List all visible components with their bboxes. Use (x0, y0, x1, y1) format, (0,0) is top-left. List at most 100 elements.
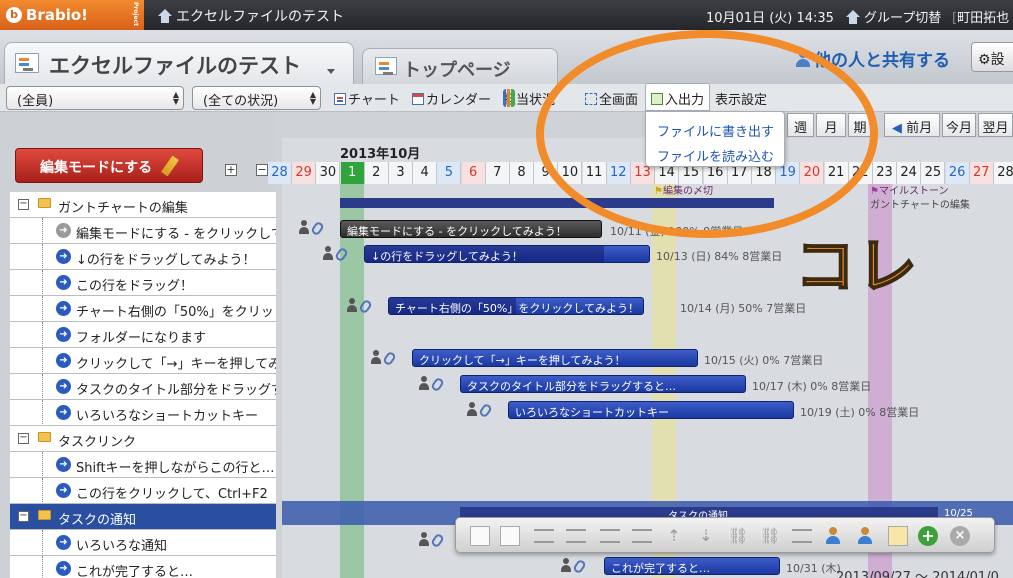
assignee-icon[interactable] (298, 220, 326, 237)
tree-task-row[interactable]: ➜ Shiftキーを押しながらこの行と… (10, 452, 276, 478)
tree-task-row[interactable]: ➜ クリックして「→」キーを押してみ (10, 348, 276, 374)
tree-folder-row[interactable]: − タスクリンク (10, 426, 276, 452)
milestone-flag[interactable]: ⚑マイルストーン (870, 182, 948, 197)
task-bar[interactable]: タスクのタイトル部分をドラッグすると… (460, 375, 746, 393)
tree-task-row[interactable]: ➜ いろいろなショートカットキー (10, 400, 276, 426)
assignee-icon[interactable] (560, 558, 588, 575)
assignee-icon[interactable] (418, 376, 446, 393)
collapse-icon[interactable]: − (18, 199, 29, 210)
month-label: 2013年10月 (340, 147, 421, 162)
day-cell: 3 (389, 162, 413, 184)
task-tree: − ガントチャートの編集 ➜ 編集モードにする - をクリックして ➜ ↓の行をドラッグし… (10, 192, 276, 578)
chart-view-button[interactable]: チャート (334, 89, 400, 108)
tree-task-row[interactable]: ➜ ↓の行をドラッグしてみよう！ (10, 244, 276, 270)
task-bar-info[interactable]: 10/17 (木) 0% 8営業日 (752, 378, 871, 394)
paperclip-icon (310, 220, 325, 237)
assignee-icon[interactable] (322, 246, 350, 263)
prev-month-button[interactable]: ◀ 前月 (884, 113, 940, 137)
day-cell: 28 (994, 162, 1013, 184)
tree-folder-row[interactable]: − ガントチャートの編集 (10, 192, 276, 218)
project-doc-icon (15, 53, 39, 73)
date-range-label: 2013/09/27 ～ 2014/01/0 (836, 570, 999, 578)
tree-task-row[interactable]: ➜ この行をクリックして、Ctrl+F2 (10, 478, 276, 504)
link-icon[interactable]: ⛓ (728, 526, 748, 546)
tab-top-page[interactable]: トップページ (362, 48, 558, 84)
tree-item-label: これが完了すると… (76, 565, 194, 578)
task-bar-label: タスクのタイトル部分をドラッグすると… (467, 380, 676, 393)
day-cell: 8 (510, 162, 534, 184)
prev-month-label: 前月 (906, 121, 933, 136)
indent-icon[interactable] (632, 529, 652, 543)
task-bar[interactable]: チャート右側の「50%」をクリックしてみよう！ (388, 297, 644, 315)
task-bar[interactable]: これが完了すると… (604, 557, 780, 575)
calendar-view-button[interactable]: カレンダー (412, 89, 491, 108)
tree-task-row[interactable]: ➜ チャート右側の「50%」をクリッ (10, 296, 276, 322)
task-bar-info[interactable]: 10/13 (日) 84% 8営業日 (656, 248, 782, 264)
edit-mode-button[interactable]: 編集モードにする (15, 148, 203, 183)
assignee-icon[interactable] (346, 298, 374, 315)
delete-task-icon[interactable]: × (950, 526, 970, 546)
tree-task-row[interactable]: ➜ フォルダーになります (10, 322, 276, 348)
milestone-row-icon[interactable] (792, 529, 812, 543)
topbar-project-link[interactable]: エクセルファイルのテスト (158, 6, 344, 26)
tree-folder-row[interactable]: − タスクの通知 (10, 504, 276, 530)
tree-line (42, 478, 43, 503)
assignee-icon[interactable] (466, 402, 494, 419)
move-up-icon[interactable]: ⇡ (664, 526, 684, 546)
collapse-all-button[interactable]: − (256, 164, 268, 176)
expand-all-button[interactable]: + (225, 164, 237, 176)
task-arrow-icon: ➜ (56, 535, 71, 550)
settings-button[interactable]: ⚙設 (971, 42, 1013, 72)
tree-task-row[interactable]: ➜ タスクのタイトル部分をドラッグす (10, 374, 276, 400)
task-bar-info[interactable]: 10/19 (土) 0% 8営業日 (800, 404, 919, 420)
group-switch-link[interactable]: グループ切替 (846, 7, 941, 26)
group-switch-label: グループ切替 (864, 11, 942, 26)
this-month-button[interactable]: 今月 (942, 113, 976, 137)
insert-row-above-icon[interactable] (534, 529, 554, 543)
task-bar-label: 編集モードにする - をクリックしてみよう！ (347, 225, 567, 238)
task-bar[interactable]: いろいろなショートカットキー (508, 401, 794, 419)
remove-assignee-icon[interactable] (856, 526, 876, 546)
paperclip-icon (478, 402, 493, 419)
chevron-down-icon[interactable] (327, 69, 335, 74)
add-assignee-icon[interactable] (824, 526, 844, 546)
insert-row-below-icon[interactable] (566, 529, 586, 543)
move-down-icon[interactable]: ⇣ (696, 526, 716, 546)
outdent-icon[interactable] (600, 529, 620, 543)
user-name[interactable]: [町田拓也 (952, 7, 1009, 26)
status-filter-select[interactable]: (全ての状況) ▲ ▼ (192, 86, 321, 110)
paste-icon[interactable] (500, 526, 520, 546)
add-task-icon[interactable]: + (918, 526, 938, 546)
tree-task-row[interactable]: ➜ これが完了すると… (10, 556, 276, 578)
member-filter-select[interactable]: (全員) ▲ ▼ (6, 86, 184, 110)
chevron-left-icon: ◀ (891, 121, 902, 136)
task-bar[interactable]: クリックして「→」キーを押してみよう！ (412, 349, 698, 367)
collapse-icon[interactable]: − (18, 433, 29, 444)
logo-icon: b (6, 7, 22, 23)
logo-tag: Project (132, 2, 139, 27)
tree-item-label: この行をドラッグ！ (76, 279, 194, 294)
tree-task-row[interactable]: ➜ いろいろな通知 (10, 530, 276, 556)
tree-item-label: ↓の行をドラッグしてみよう！ (76, 253, 256, 268)
task-bar[interactable]: ↓の行をドラッグしてみよう！ (364, 245, 650, 263)
task-bar-label: いろいろなショートカットキー (515, 406, 669, 419)
app-logo[interactable]: b Brabio! Project (0, 0, 144, 30)
collapse-icon[interactable]: − (18, 511, 29, 522)
assignee-icon[interactable] (370, 350, 398, 367)
assignee-icon[interactable] (418, 532, 446, 549)
task-arrow-icon: ➜ (56, 483, 71, 498)
task-bar-info[interactable]: 10/31 (木) (786, 560, 841, 576)
note-edit-icon[interactable] (888, 526, 908, 546)
tree-line (42, 556, 43, 578)
unlink-icon[interactable]: ⛓ (760, 526, 780, 546)
day-cell: 28 (268, 162, 292, 184)
task-bar-info[interactable]: 10/14 (月) 50% 7営業日 (680, 300, 806, 316)
tree-task-row[interactable]: ➜ この行をドラッグ！ (10, 270, 276, 296)
tree-line (42, 296, 43, 321)
copy-icon[interactable] (470, 526, 490, 546)
tree-task-row[interactable]: ➜ 編集モードにする - をクリックして (10, 218, 276, 244)
tab-project[interactable]: エクセルファイルのテスト (4, 42, 354, 84)
next-month-button[interactable]: 翌月 (978, 113, 1013, 137)
task-bar-info[interactable]: 10/15 (火) 0% 7営業日 (704, 352, 823, 368)
task-bar[interactable]: 編集モードにする - をクリックしてみよう！ (340, 220, 602, 238)
